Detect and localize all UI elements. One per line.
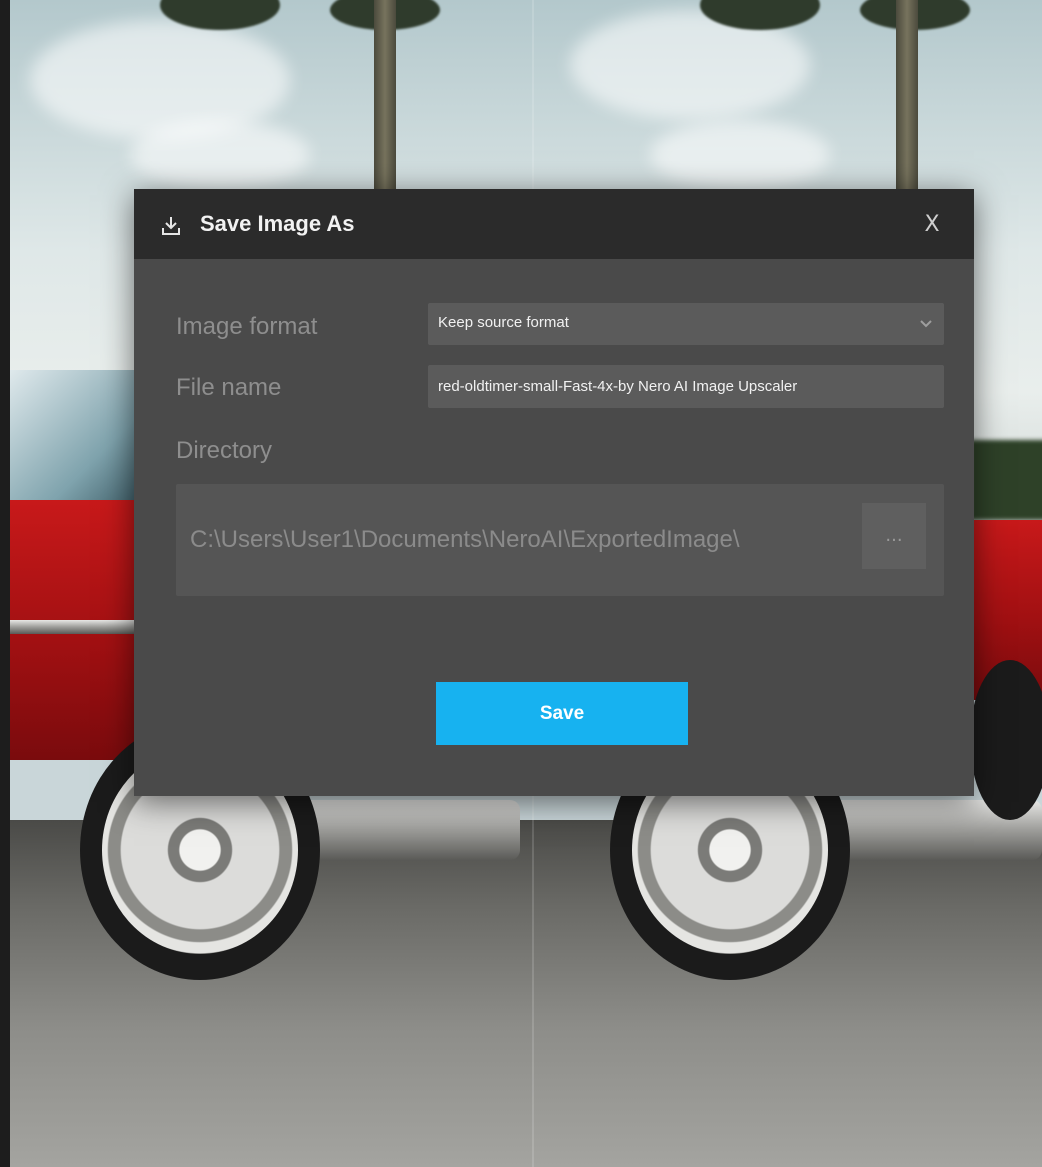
directory-path: C:\Users\User1\Documents\NeroAI\Exported… (190, 526, 740, 553)
save-button[interactable]: Save (436, 682, 688, 745)
download-icon (160, 215, 182, 237)
close-icon[interactable]: X (916, 209, 948, 241)
dialog-title: Save Image As (200, 211, 355, 236)
dialog-header: Save Image As X (134, 189, 974, 259)
image-format-label: Image format (176, 313, 318, 340)
chevron-down-icon (918, 315, 934, 331)
file-name-label: File name (176, 374, 282, 401)
image-format-select[interactable]: Keep source format (428, 303, 944, 345)
file-name-input[interactable] (428, 365, 944, 408)
directory-field[interactable]: C:\Users\User1\Documents\NeroAI\Exported… (176, 484, 944, 596)
save-image-dialog: Save Image As X Image format Keep source… (134, 189, 974, 796)
directory-label: Directory (176, 437, 273, 464)
browse-button[interactable]: ... (862, 503, 926, 569)
image-format-value: Keep source format (438, 314, 569, 331)
